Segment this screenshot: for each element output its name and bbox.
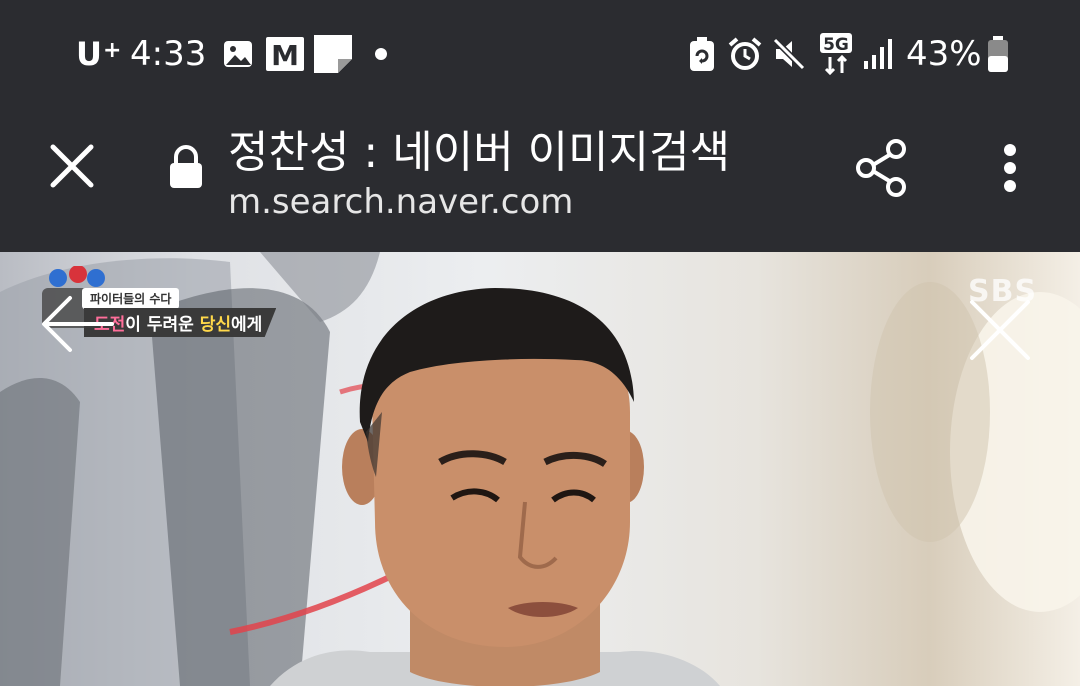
status-bar: U + 4:33 M 5G 43% bbox=[0, 0, 1080, 108]
close-icon bbox=[970, 300, 1030, 360]
back-arrow-icon bbox=[42, 296, 114, 352]
svg-text:5G: 5G bbox=[823, 35, 849, 55]
note-icon bbox=[314, 30, 352, 78]
caption-word-2: 이 두려운 bbox=[125, 315, 200, 335]
more-icon bbox=[1004, 144, 1016, 192]
close-tab-button[interactable] bbox=[36, 130, 108, 202]
signal-icon bbox=[862, 30, 896, 78]
alarm-icon bbox=[728, 30, 762, 78]
lock-icon bbox=[166, 142, 206, 190]
more-options-button[interactable] bbox=[982, 130, 1038, 206]
caption-word-3: 당신 bbox=[199, 315, 231, 335]
battery-saver-icon bbox=[688, 30, 716, 78]
battery-percent: 43% bbox=[906, 34, 982, 74]
svg-text:M: M bbox=[271, 39, 299, 71]
battery-icon bbox=[986, 30, 1010, 78]
carrier-label: U + bbox=[76, 30, 122, 78]
carrier-text: U bbox=[76, 35, 103, 73]
caption-tail: 에게 bbox=[230, 315, 263, 335]
page-url: m.search.naver.com bbox=[228, 182, 574, 222]
photo-icon bbox=[222, 30, 254, 78]
page-title: 정찬성 : 네이버 이미지검색 bbox=[228, 127, 731, 178]
carrier-plus: + bbox=[102, 37, 123, 63]
custom-tab-toolbar: 정찬성 : 네이버 이미지검색 m.search.naver.com bbox=[0, 108, 1080, 252]
gmail-icon: M bbox=[266, 30, 304, 78]
5g-icon: 5G bbox=[818, 30, 854, 78]
mute-icon bbox=[772, 30, 806, 78]
close-icon bbox=[50, 144, 94, 188]
back-arrow-button[interactable] bbox=[40, 294, 116, 354]
image-viewer[interactable]: 파이터들의 수다 도전이 두려운 당신에게 SBS bbox=[0, 252, 1080, 686]
share-icon bbox=[856, 139, 906, 197]
viewer-close-button[interactable] bbox=[966, 296, 1034, 364]
dot-icon bbox=[374, 30, 388, 78]
clock: 4:33 bbox=[130, 34, 207, 74]
share-button[interactable] bbox=[840, 128, 924, 208]
